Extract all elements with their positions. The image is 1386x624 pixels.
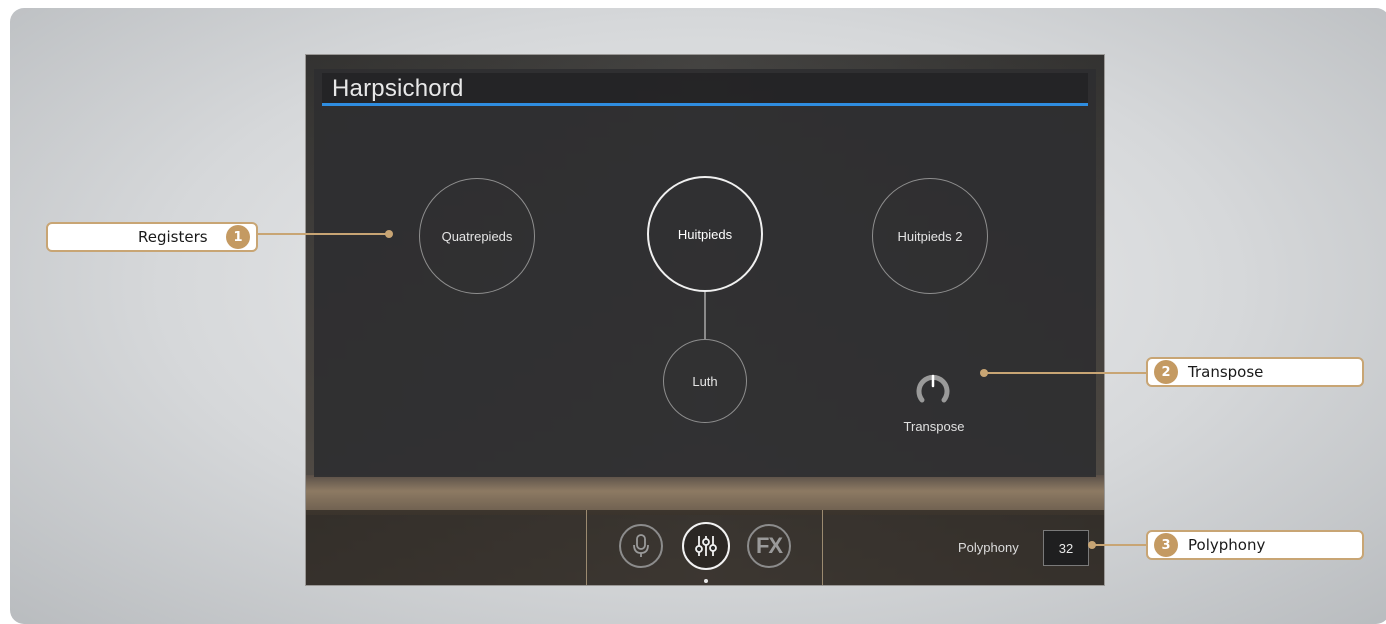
callout-label: Transpose <box>1188 363 1264 381</box>
title-bar: Harpsichord <box>322 73 1088 106</box>
bar-divider <box>822 510 823 585</box>
callout-leader-line <box>986 372 1148 374</box>
active-tab-indicator <box>704 579 708 583</box>
register-connector-line <box>704 292 706 340</box>
background-floor <box>306 475 1104 515</box>
callout-label: Polyphony <box>1188 536 1266 554</box>
microphone-icon <box>633 534 649 557</box>
tab-fx[interactable]: FX <box>747 524 791 568</box>
polyphony-label: Polyphony <box>958 540 1019 555</box>
bottom-bar: FX Polyphony 32 <box>306 510 1104 585</box>
register-huitpieds-button[interactable]: Huitpieds <box>647 176 763 292</box>
polyphony-value-field[interactable]: 32 <box>1043 530 1089 566</box>
transpose-knob[interactable] <box>915 371 951 407</box>
callout-number: 2 <box>1154 360 1178 384</box>
instrument-title: Harpsichord <box>332 75 464 102</box>
tab-mixer[interactable] <box>682 522 730 570</box>
transpose-label: Transpose <box>903 419 965 434</box>
callout-leader-dot <box>385 230 393 238</box>
callout-registers: Registers 1 <box>46 222 258 252</box>
callout-label: Registers <box>138 228 208 246</box>
callout-number: 1 <box>226 225 250 249</box>
main-panel: Harpsichord Quatrepieds Huitpieds Huitpi… <box>314 69 1096 477</box>
register-luth-button[interactable]: Luth <box>663 339 747 423</box>
register-quatrepieds-button[interactable]: Quatrepieds <box>419 178 535 294</box>
register-huitpieds-2-button[interactable]: Huitpieds 2 <box>872 178 988 294</box>
callout-leader-line <box>1094 544 1148 546</box>
callout-leader-line <box>258 233 388 235</box>
knob-arc-icon <box>916 374 950 403</box>
callout-polyphony: 3 Polyphony <box>1146 530 1364 560</box>
tab-microphone[interactable] <box>619 524 663 568</box>
callout-transpose: 2 Transpose <box>1146 357 1364 387</box>
mixer-sliders-icon <box>695 536 717 556</box>
bar-divider <box>586 510 587 585</box>
fx-icon: FX <box>755 533 783 558</box>
callout-number: 3 <box>1154 533 1178 557</box>
instrument-window: Harpsichord Quatrepieds Huitpieds Huitpi… <box>305 54 1105 586</box>
